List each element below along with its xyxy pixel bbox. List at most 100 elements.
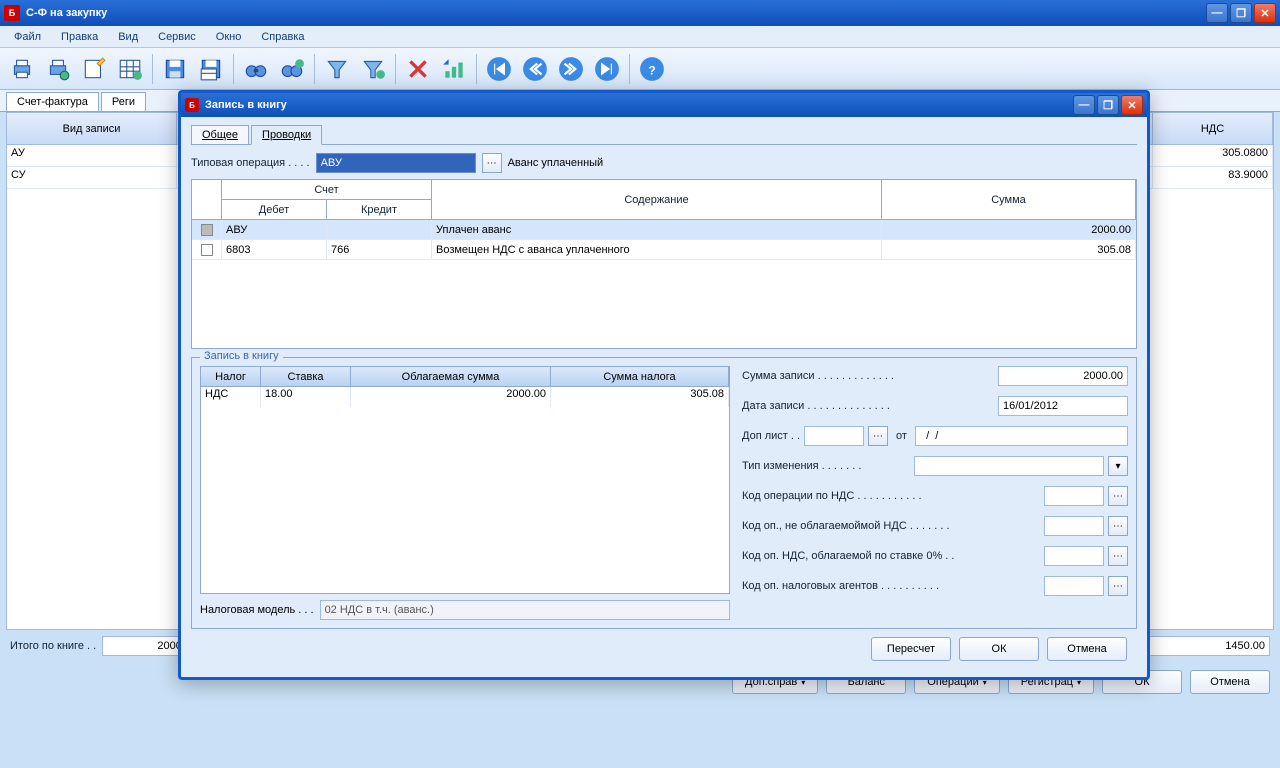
dialog-close-button[interactable]: ✕ — [1121, 95, 1143, 115]
dialog-maximize-button[interactable]: ❐ — [1097, 95, 1119, 115]
checkbox-icon[interactable] — [201, 244, 213, 256]
ot-label: от — [896, 430, 907, 442]
col-taxsum: Сумма налога — [551, 367, 729, 387]
dialog-cancel-button[interactable]: Отмена — [1047, 637, 1127, 661]
minimize-button[interactable]: — — [1206, 3, 1228, 23]
dialog-book-entry: Б Запись в книгу — ❐ ✕ Общее Проводки Ти… — [178, 90, 1150, 680]
close-button[interactable]: ✕ — [1254, 3, 1276, 23]
cell-sum: 305.08 — [882, 240, 1136, 259]
type-change-label: Тип изменения . . . . . . . — [742, 460, 910, 472]
code-nds-label: Код операции по НДС . . . . . . . . . . … — [742, 490, 1040, 502]
tab-register[interactable]: Реги — [101, 92, 146, 111]
recalc-button[interactable]: Пересчет — [871, 637, 951, 661]
typ-op-desc: Аванс уплаченный — [508, 157, 604, 169]
dialog-ok-button[interactable]: ОК — [959, 637, 1039, 661]
save-icon[interactable] — [159, 53, 191, 85]
type-change-input[interactable] — [914, 456, 1104, 476]
code-nds0-label: Код оп. НДС, облагаемой по ставке 0% . . — [742, 550, 1040, 562]
cell-nds: 305.0800 — [1153, 145, 1273, 166]
maximize-button[interactable]: ❐ — [1230, 3, 1252, 23]
postings-grid: Счет Дебет Кредит Содержание Сумма АВУ У… — [191, 179, 1137, 349]
code-nonds-input[interactable] — [1044, 516, 1104, 536]
cell-base: 2000.00 — [351, 387, 551, 407]
print-setup-icon[interactable] — [42, 53, 74, 85]
menu-edit[interactable]: Правка — [53, 29, 106, 45]
code-nds0-input[interactable] — [1044, 546, 1104, 566]
typ-op-label: Типовая операция . . . . — [191, 157, 310, 169]
app-icon: Б — [185, 98, 199, 112]
code-agent-label: Код оп. налоговых агентов . . . . . . . … — [742, 580, 1040, 592]
posting-row[interactable]: АВУ Уплачен аванс 2000.00 — [192, 220, 1136, 240]
fieldset-legend: Запись в книгу — [200, 350, 283, 362]
menu-help[interactable]: Справка — [253, 29, 312, 45]
tab-invoice[interactable]: Счет-фактура — [6, 92, 99, 111]
prev-icon[interactable] — [519, 53, 551, 85]
svg-text:?: ? — [648, 63, 655, 77]
cell-sum: 2000.00 — [882, 220, 1136, 239]
sum-input[interactable] — [998, 366, 1128, 386]
tab-general[interactable]: Общее — [191, 125, 249, 144]
code-nds0-picker[interactable]: ⋯ — [1108, 546, 1128, 566]
code-agent-input[interactable] — [1044, 576, 1104, 596]
main-title: С-Ф на закупку — [26, 7, 107, 19]
cell-type: СУ — [7, 167, 177, 188]
last-icon[interactable] — [591, 53, 623, 85]
binoculars-icon[interactable] — [240, 53, 272, 85]
dialog-tabs: Общее Проводки — [191, 125, 1137, 145]
type-change-dropdown[interactable]: ▾ — [1108, 456, 1128, 476]
menu-file[interactable]: Файл — [6, 29, 49, 45]
tab-postings[interactable]: Проводки — [251, 125, 322, 145]
tax-model-label: Налоговая модель . . . — [200, 604, 314, 616]
first-icon[interactable] — [483, 53, 515, 85]
menu-window[interactable]: Окно — [208, 29, 250, 45]
cell-tax: НДС — [201, 387, 261, 407]
funnel-icon[interactable] — [321, 53, 353, 85]
cell-content: Возмещен НДС с аванса уплаченного — [432, 240, 882, 259]
code-agent-picker[interactable]: ⋯ — [1108, 576, 1128, 596]
col-sum: Сумма — [882, 180, 1136, 220]
dop-list-input[interactable] — [804, 426, 864, 446]
help-icon[interactable]: ? — [636, 53, 668, 85]
col-credit: Кредит — [327, 200, 432, 220]
binoculars-plus-icon[interactable] — [276, 53, 308, 85]
save-grid-icon[interactable] — [195, 53, 227, 85]
cancel-button[interactable]: Отмена — [1190, 670, 1270, 694]
grid-icon[interactable] — [114, 53, 146, 85]
ot-input[interactable] — [915, 426, 1128, 446]
cell-taxsum: 305.08 — [551, 387, 729, 407]
typ-op-picker[interactable]: ⋯ — [482, 153, 502, 173]
dialog-minimize-button[interactable]: — — [1073, 95, 1095, 115]
typ-op-input[interactable] — [316, 153, 476, 173]
menu-view[interactable]: Вид — [110, 29, 146, 45]
cell-debit: 6803 — [222, 240, 327, 259]
app-icon: Б — [4, 5, 20, 21]
print-icon[interactable] — [6, 53, 38, 85]
col-nds: НДС — [1153, 113, 1273, 144]
checkbox-icon[interactable] — [201, 224, 213, 236]
dialog-footer: Пересчет ОК Отмена — [191, 629, 1137, 669]
delete-icon[interactable] — [402, 53, 434, 85]
code-nds-input[interactable] — [1044, 486, 1104, 506]
edit-icon[interactable] — [78, 53, 110, 85]
date-input[interactable] — [998, 396, 1128, 416]
col-type: Вид записи — [7, 113, 177, 144]
menu-service[interactable]: Сервис — [150, 29, 204, 45]
col-base: Облагаемая сумма — [351, 367, 551, 387]
code-nonds-picker[interactable]: ⋯ — [1108, 516, 1128, 536]
posting-row[interactable]: 6803 766 Возмещен НДС с аванса уплаченно… — [192, 240, 1136, 260]
col-rate: Ставка — [261, 367, 351, 387]
cell-content: Уплачен аванс — [432, 220, 882, 239]
tax-grid: Налог Ставка Облагаемая сумма Сумма нало… — [200, 366, 730, 594]
code-nonds-label: Код оп., не облагаемоймой НДС . . . . . … — [742, 520, 1040, 532]
tax-model-input[interactable] — [320, 600, 730, 620]
cell-credit: 766 — [327, 240, 432, 259]
code-nds-picker[interactable]: ⋯ — [1108, 486, 1128, 506]
dop-list-picker[interactable]: ⋯ — [868, 426, 888, 446]
next-icon[interactable] — [555, 53, 587, 85]
tax-row[interactable]: НДС 18.00 2000.00 305.08 — [201, 387, 729, 407]
sort-icon[interactable] — [438, 53, 470, 85]
col-tax: Налог — [201, 367, 261, 387]
toolbar: ? — [0, 48, 1280, 90]
cell-type: АУ — [7, 145, 177, 166]
funnel-add-icon[interactable] — [357, 53, 389, 85]
